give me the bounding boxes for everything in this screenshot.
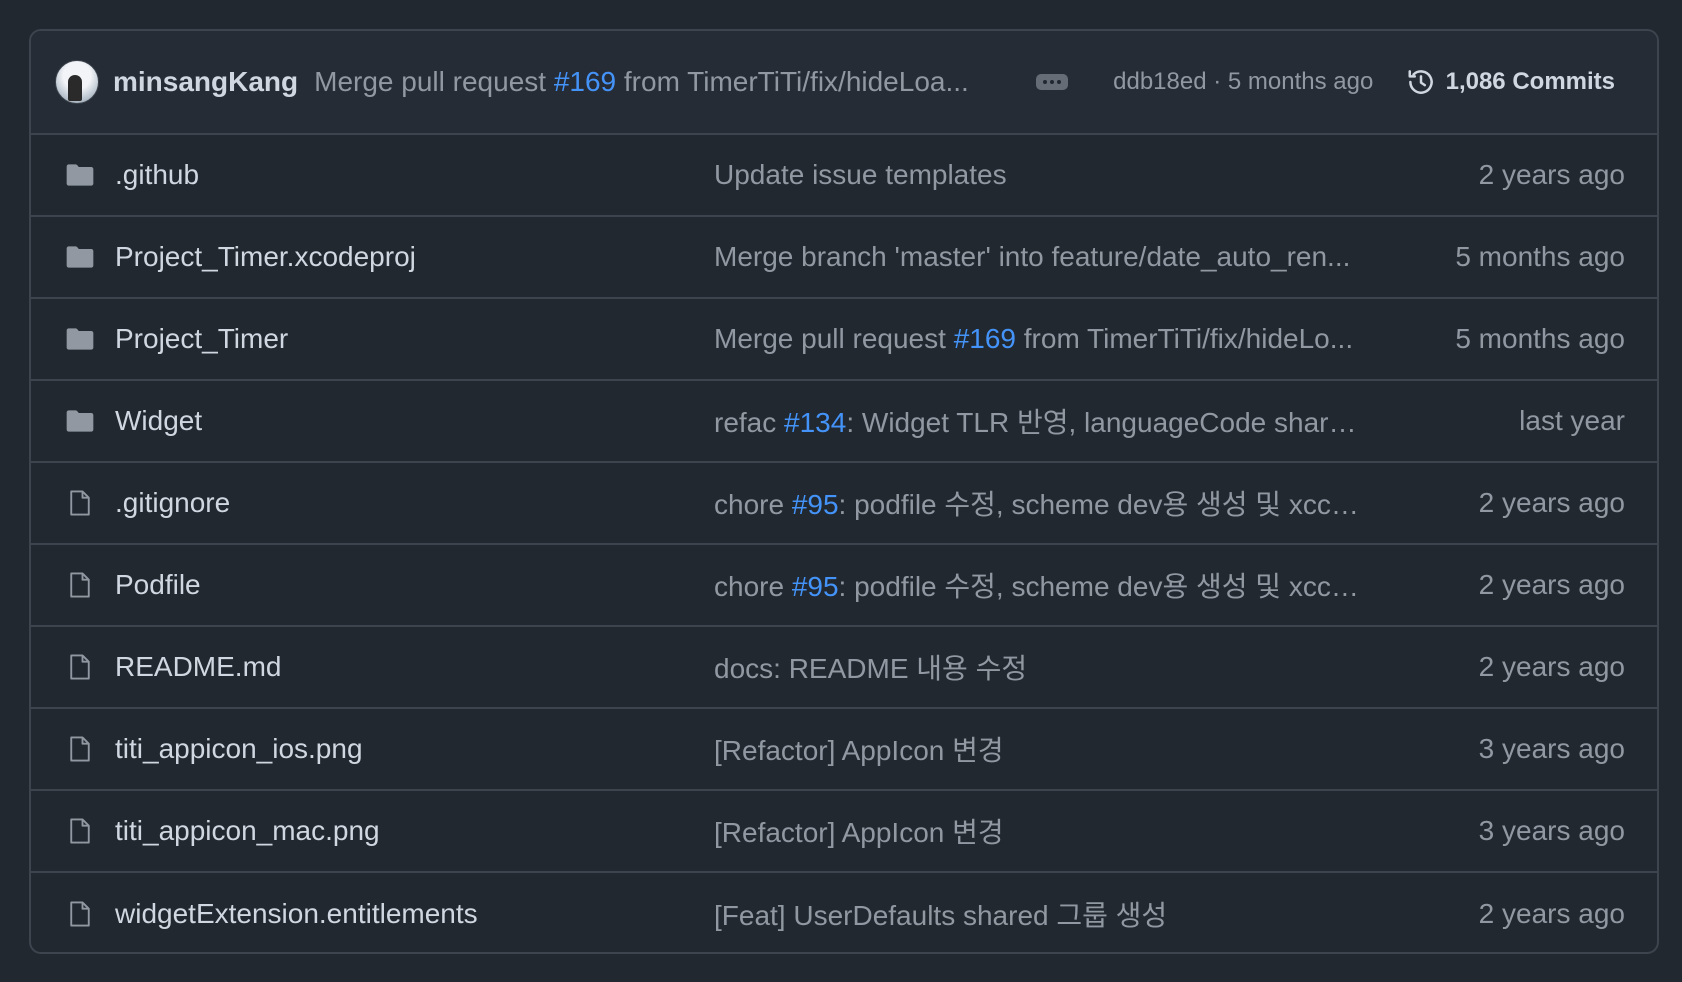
commit-message-text: [Refactor] AppIcon 변경 — [714, 735, 1004, 766]
commit-time[interactable]: 2 years ago — [1479, 159, 1625, 191]
expand-commit-message-button[interactable] — [1036, 74, 1069, 90]
commit-message-text: Update issue templates — [714, 159, 1007, 190]
table-row[interactable]: README.md docs: README 내용 수정 2 years ago — [31, 627, 1657, 709]
commit-sha-time[interactable]: ddb18ed · 5 months ago — [1113, 68, 1373, 96]
table-row[interactable]: .gitignore chore #95: podfile 수정, scheme … — [31, 463, 1657, 545]
commit-message-text: chore — [714, 489, 792, 520]
commit-message-link[interactable]: [Refactor] AppIcon 변경 — [714, 729, 1364, 769]
commit-message-text: chore — [714, 571, 792, 602]
commit-time[interactable]: 3 years ago — [1479, 733, 1625, 765]
file-icon — [63, 486, 97, 520]
file-name-link[interactable]: widgetExtension.entitlements — [115, 898, 478, 930]
commit-time[interactable]: 3 years ago — [1479, 815, 1625, 847]
pull-request-link[interactable]: #169 — [554, 66, 616, 97]
folder-icon — [63, 322, 97, 356]
table-row[interactable]: Podfile chore #95: podfile 수정, scheme dev… — [31, 545, 1657, 627]
file-name-link[interactable]: Podfile — [115, 569, 201, 601]
commit-message-link[interactable]: Merge pull request #169 from TimerTiTi/f… — [714, 323, 1364, 355]
issue-link[interactable]: #169 — [954, 323, 1016, 354]
commit-time[interactable]: 2 years ago — [1479, 487, 1625, 519]
table-row[interactable]: widgetExtension.entitlements [Feat] UserD… — [31, 873, 1657, 952]
commits-count: 1,086 Commits — [1445, 68, 1615, 95]
issue-link[interactable]: #134 — [784, 407, 846, 438]
commit-time[interactable]: 5 months ago — [1455, 323, 1625, 355]
file-name-link[interactable]: Project_Timer.xcodeproj — [115, 241, 416, 273]
history-icon — [1408, 70, 1433, 94]
latest-commit-message[interactable]: Merge pull request #169 from TimerTiTi/f… — [314, 66, 996, 98]
file-name-link[interactable]: Widget — [115, 405, 202, 437]
commit-message-text: Merge pull request — [714, 323, 954, 354]
file-name-link[interactable]: README.md — [115, 651, 281, 683]
file-icon — [63, 732, 97, 766]
table-row[interactable]: titi_appicon_ios.png [Refactor] AppIcon 변… — [31, 709, 1657, 791]
table-row[interactable]: titi_appicon_mac.png [Refactor] AppIcon 변… — [31, 791, 1657, 873]
file-name-link[interactable]: titi_appicon_ios.png — [115, 733, 363, 765]
issue-link[interactable]: #95 — [792, 489, 839, 520]
file-name-link[interactable]: titi_appicon_mac.png — [115, 815, 380, 847]
file-icon — [63, 897, 97, 931]
commit-message-link[interactable]: [Refactor] AppIcon 변경 — [714, 811, 1364, 851]
folder-icon — [63, 404, 97, 438]
commit-time[interactable]: 5 months ago — [1455, 241, 1625, 273]
file-icon — [63, 650, 97, 684]
commit-author-link[interactable]: minsangKang — [113, 66, 298, 98]
commit-message-text: refac — [714, 407, 785, 438]
commit-time[interactable]: 2 years ago — [1479, 898, 1625, 930]
commit-message-text: docs: README 내용 수정 — [714, 653, 1028, 684]
commit-message-text: Merge branch 'master' into feature/date_… — [714, 241, 1351, 272]
file-name-link[interactable]: .gitignore — [115, 487, 230, 519]
folder-icon — [63, 158, 97, 192]
commit-message-link[interactable]: docs: README 내용 수정 — [714, 647, 1364, 687]
commit-time[interactable]: 2 years ago — [1479, 651, 1625, 683]
file-list-panel: minsangKang Merge pull request #169 from… — [29, 29, 1659, 954]
commits-history-link[interactable]: 1,086 Commits — [1406, 67, 1615, 97]
commit-time[interactable]: last year — [1519, 405, 1625, 437]
table-row[interactable]: Project_Timer Merge pull request #169 fro… — [31, 299, 1657, 381]
latest-commit-bar: minsangKang Merge pull request #169 from… — [31, 31, 1657, 135]
file-icon — [63, 814, 97, 848]
commit-message-link[interactable]: chore #95: podfile 수정, scheme dev용 생성 및 … — [714, 565, 1364, 605]
commit-message-suffix: from TimerTiTi/fix/hideLoa... — [616, 66, 969, 97]
commit-message-text: [Refactor] AppIcon 변경 — [714, 817, 1004, 848]
commit-time[interactable]: 2 years ago — [1479, 569, 1625, 601]
commit-message-text: : Widget TLR 반영, languageCode share... — [846, 407, 1364, 438]
commit-message-text: : podfile 수정, scheme dev용 생성 및 xcco... — [838, 489, 1364, 520]
file-name-link[interactable]: .github — [115, 159, 199, 191]
commit-message-prefix: Merge pull request — [314, 66, 554, 97]
table-row[interactable]: Project_Timer.xcodeproj Merge branch 'mas… — [31, 217, 1657, 299]
commit-message-text: : podfile 수정, scheme dev용 생성 및 xcco... — [838, 571, 1364, 602]
commit-message-text: [Feat] UserDefaults shared 그룹 생성 — [714, 900, 1168, 931]
commit-message-link[interactable]: Update issue templates — [714, 159, 1364, 191]
commit-message-link[interactable]: [Feat] UserDefaults shared 그룹 생성 — [714, 894, 1364, 934]
commit-message-link[interactable]: Merge branch 'master' into feature/date_… — [714, 241, 1364, 273]
avatar[interactable] — [55, 60, 99, 104]
issue-link[interactable]: #95 — [792, 571, 839, 602]
commit-message-text: from TimerTiTi/fix/hideLo... — [1015, 323, 1354, 354]
file-rows: .github Update issue templates 2 years ago… — [31, 135, 1657, 952]
table-row[interactable]: .github Update issue templates 2 years ago — [31, 135, 1657, 217]
table-row[interactable]: Widget refac #134: Widget TLR 반영, languag… — [31, 381, 1657, 463]
folder-icon — [63, 240, 97, 274]
commit-message-link[interactable]: refac #134: Widget TLR 반영, languageCode … — [714, 401, 1364, 441]
commit-message-link[interactable]: chore #95: podfile 수정, scheme dev용 생성 및 … — [714, 483, 1364, 523]
file-name-link[interactable]: Project_Timer — [115, 323, 288, 355]
file-icon — [63, 568, 97, 602]
